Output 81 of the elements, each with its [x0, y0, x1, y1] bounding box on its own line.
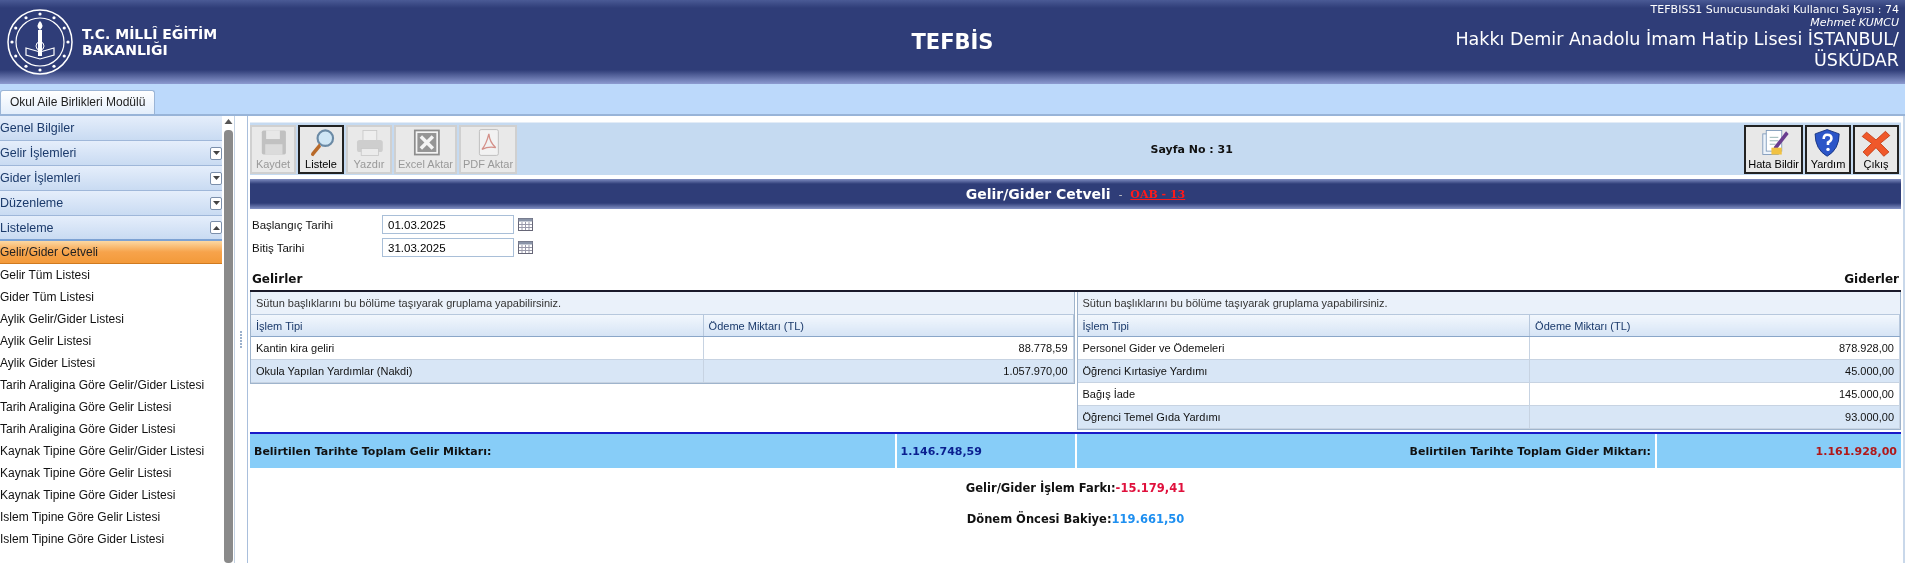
- section-label: Gider İşlemleri: [0, 171, 81, 185]
- table-cell: 1.057.970,00: [703, 359, 1073, 383]
- separator-text: -: [1118, 188, 1123, 200]
- table-cell: 878.928,00: [1529, 336, 1900, 360]
- section-label: Listeleme: [0, 220, 54, 235]
- menu-item[interactable]: Tarih Araligina Göre Gider Listesi: [0, 418, 223, 440]
- section-label: Gelir İşlemleri: [0, 146, 77, 160]
- table-cell: 88.778,59: [703, 336, 1073, 360]
- menu-section[interactable]: Listeleme: [0, 216, 223, 241]
- summary-value: -15.179,41: [1115, 481, 1186, 495]
- group-panel: Sütun başlıklarını bu bölüme taşıyarak gruplama yapabilirsiniz.: [1077, 292, 1900, 315]
- menu-item[interactable]: Islem Tipine Göre Gelir Listesi: [0, 506, 223, 528]
- group-panel: Sütun başlıklarını bu bölüme taşıyarak gruplama yapabilirsiniz.: [251, 292, 1074, 315]
- splitter-handle: [240, 331, 243, 348]
- table-cell: Personel Gider ve Ödemeleri: [1077, 336, 1530, 360]
- toolbar-button[interactable]: Çıkış: [1853, 124, 1899, 174]
- column-header[interactable]: İşlem Tipi: [1077, 315, 1530, 337]
- table-cell: 93.000,00: [1529, 405, 1900, 429]
- menu-item[interactable]: Aylik Gider Listesi: [0, 352, 223, 374]
- menu-item[interactable]: Gider Tüm Listesi: [0, 286, 223, 308]
- emblem-icon: [6, 8, 74, 76]
- user-count: TEFBISS1 Sunucusundaki Kullanıcı Sayısı : 74: [1649, 3, 1899, 16]
- school-name: Hakkı Demir Anadolu İmam Hatip Lisesi İSTANBUL/ ÜSKÜDAR: [1454, 29, 1899, 71]
- toggle-button[interactable]: [210, 196, 223, 210]
- table-cell: 45.000,00: [1529, 359, 1900, 383]
- app-title: TEFBİS: [911, 30, 994, 54]
- menu-item[interactable]: Gelir Tüm Listesi: [0, 264, 223, 286]
- summary-value: 119.661,50: [1111, 512, 1185, 526]
- field-label: Başlangıç Tarihi: [252, 218, 334, 231]
- total-value: 1.161.928,00: [1657, 434, 1901, 468]
- user-name: Mehmet KUMCU: [1809, 16, 1899, 29]
- collapse-icon: [212, 224, 220, 231]
- toggle-button[interactable]: [210, 221, 223, 234]
- date-field[interactable]: 01.03.2025: [382, 215, 514, 234]
- menu-section[interactable]: Gider İşlemleri: [0, 166, 223, 191]
- menu-item[interactable]: Gelir/Gider Cetveli: [0, 241, 223, 264]
- column-header[interactable]: Ödeme Miktarı (TL): [703, 315, 1073, 337]
- menu-section[interactable]: Düzenleme: [0, 191, 223, 216]
- total-value: 1.146.748,59: [896, 434, 1075, 468]
- menu-item[interactable]: Aylik Gelir/Gider Listesi: [0, 308, 223, 330]
- logo-text: T.C. MİLLÎ EĞİTİM BAKANLIĞI: [82, 26, 218, 58]
- menu-item[interactable]: Islem Tipine Göre Gider Listesi: [0, 528, 223, 550]
- section-heading: Gelirler: [252, 272, 303, 286]
- expand-icon: [212, 150, 220, 156]
- toolbar-button[interactable]: Hata Bildir: [1744, 124, 1803, 174]
- table-cell: Kantin kira geliri: [251, 336, 704, 360]
- module-tab[interactable]: Okul Aile Birlikleri Modülü: [0, 90, 156, 114]
- field-label: Bitiş Tarihi: [252, 241, 306, 254]
- table-cell: Bağış İade: [1077, 382, 1530, 406]
- toggle-button[interactable]: [210, 171, 223, 185]
- toolbar-button[interactable]: Yardım: [1805, 124, 1851, 174]
- menu-section[interactable]: Genel Bilgiler: [0, 116, 223, 141]
- date-field[interactable]: 31.03.2025: [382, 238, 514, 257]
- table-cell: Okula Yapılan Yardımlar (Nakdi): [251, 359, 704, 383]
- menu-item[interactable]: Kaynak Tipine Göre Gider Listesi: [0, 484, 223, 506]
- summary-label: Dönem Öncesi Bakiye:: [966, 512, 1112, 526]
- menu-section[interactable]: Gelir İşlemleri: [0, 141, 223, 166]
- expand-icon: [212, 200, 220, 206]
- menu-item[interactable]: Kaynak Tipine Göre Gelir/Gider Listesi: [0, 440, 223, 462]
- total-label: Belirtilen Tarihte Toplam Gelir Miktarı:: [250, 434, 895, 468]
- table-cell: 145.000,00: [1529, 382, 1900, 406]
- menu-item[interactable]: Tarih Araligina Göre Gelir/Gider Listesi: [0, 374, 223, 396]
- menu-item[interactable]: Aylik Gelir Listesi: [0, 330, 223, 352]
- menu-item[interactable]: Tarih Araligina Göre Gelir Listesi: [0, 396, 223, 418]
- total-label: Belirtilen Tarihte Toplam Gider Miktarı:: [1076, 434, 1655, 468]
- report-title: Gelir/Gider Cetveli: [965, 186, 1111, 202]
- menu-item[interactable]: Kaynak Tipine Göre Gelir Listesi: [0, 462, 223, 484]
- column-header[interactable]: İşlem Tipi: [251, 315, 704, 337]
- column-header[interactable]: Ödeme Miktarı (TL): [1529, 315, 1900, 337]
- toolbar-button[interactable]: Listele: [298, 124, 344, 174]
- expand-icon: [212, 175, 220, 181]
- section-label: Genel Bilgiler: [0, 121, 75, 135]
- toggle-button[interactable]: [210, 146, 223, 160]
- section-label: Düzenleme: [0, 196, 64, 210]
- section-heading: Giderler: [1844, 272, 1899, 286]
- calendar-icon: [518, 241, 533, 254]
- page-number: Sayfa No : 31: [1150, 142, 1233, 156]
- calendar-icon: [518, 218, 533, 231]
- table-cell: Öğrenci Temel Gıda Yardımı: [1077, 405, 1530, 429]
- table-cell: Öğrenci Kırtasiye Yardımı: [1077, 359, 1530, 383]
- summary-label: Gelir/Gider İşlem Farkı:: [965, 481, 1116, 495]
